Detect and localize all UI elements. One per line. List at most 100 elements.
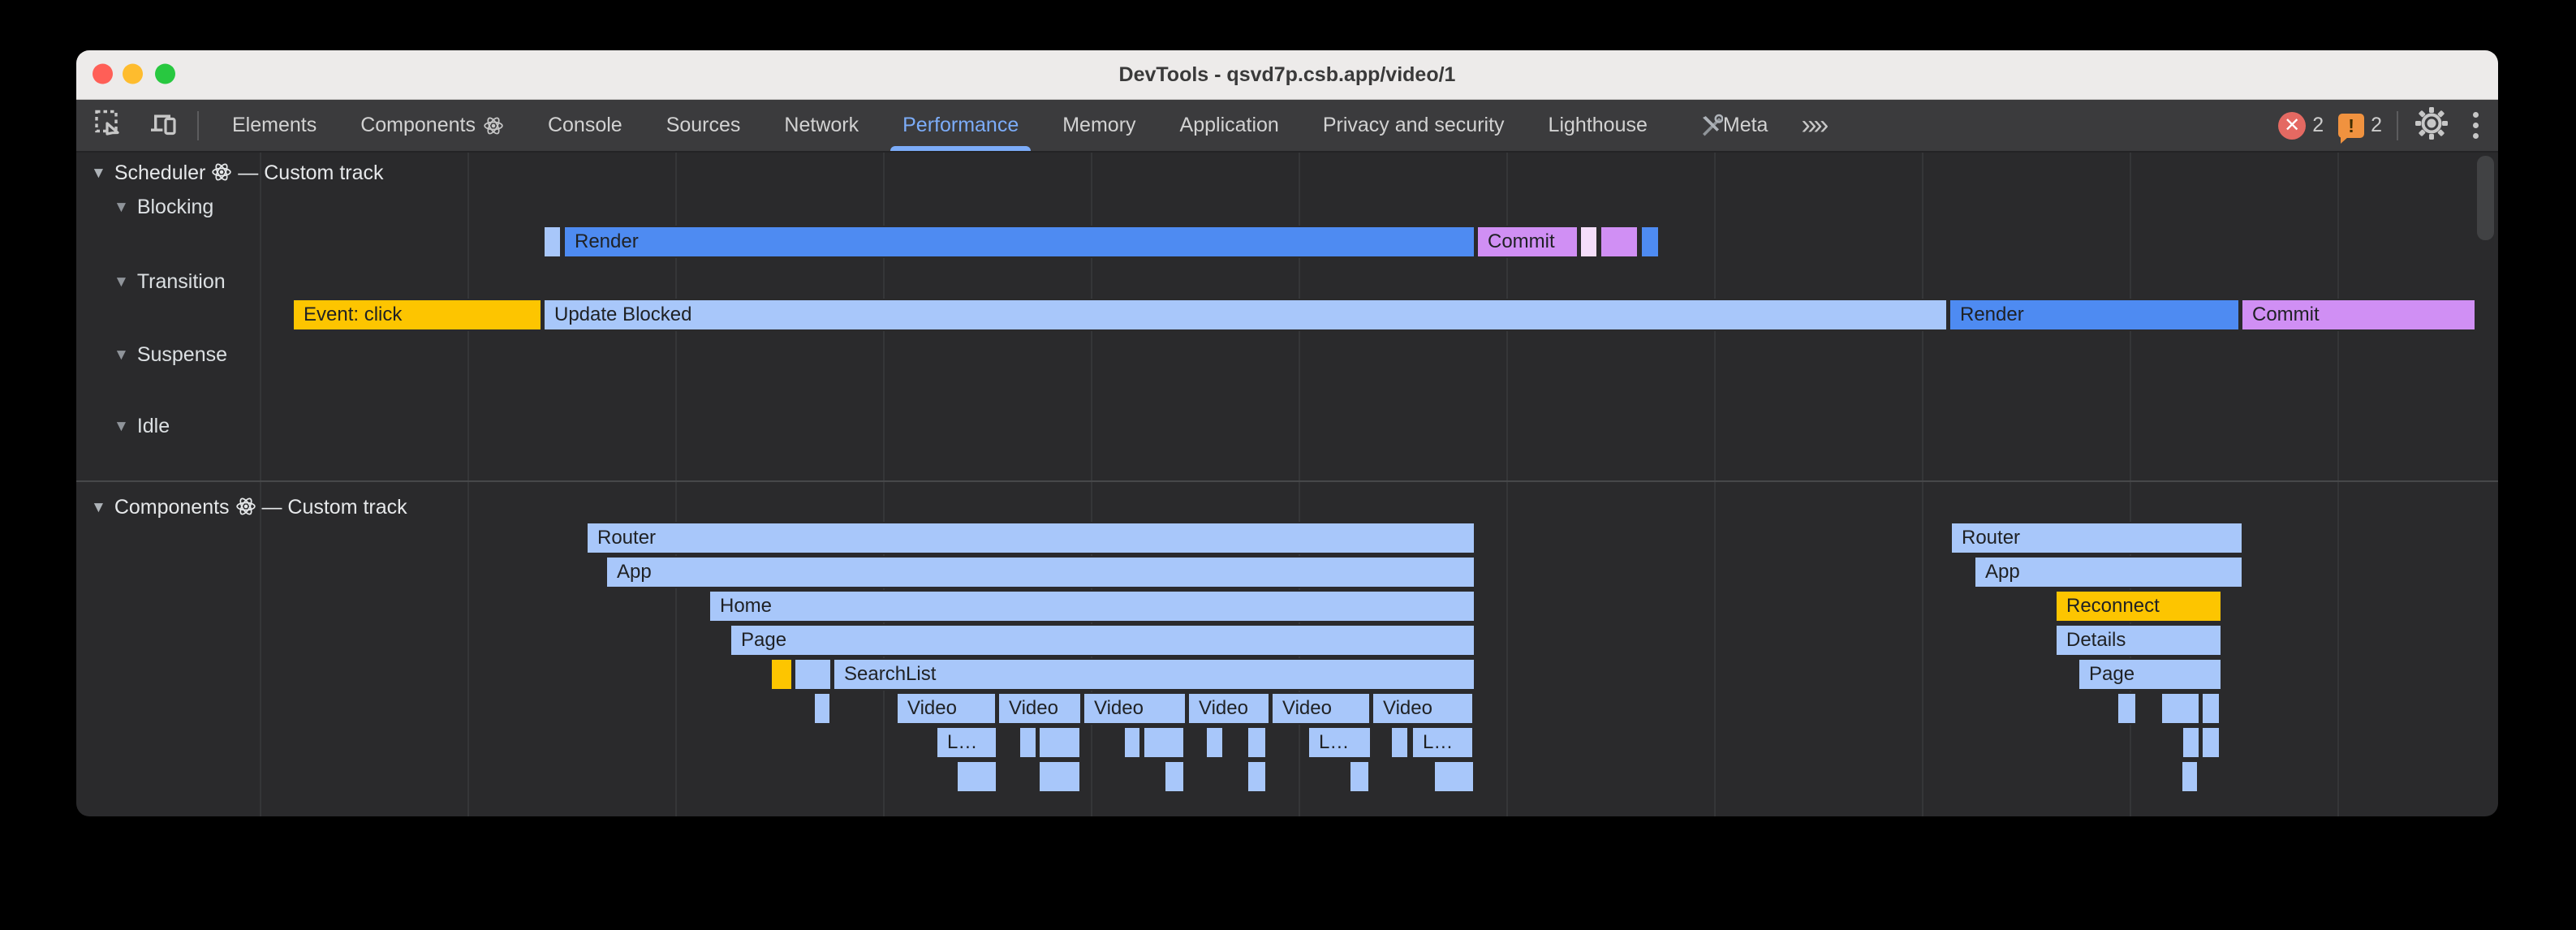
error-icon: ✕	[2278, 112, 2306, 140]
settings-gear-icon[interactable]	[2413, 105, 2450, 146]
tab-label: Console	[548, 114, 622, 137]
components-track-header[interactable]: ▼Components — Custom track	[91, 491, 407, 523]
flame-bar-page[interactable]: Page	[730, 624, 1475, 657]
flame-bar[interactable]	[1640, 226, 1660, 258]
issues-badge[interactable]: ! 2	[2338, 114, 2382, 138]
flame-bar[interactable]	[1390, 726, 1409, 759]
flame-bar-video[interactable]: Video	[896, 692, 997, 725]
tab-network[interactable]: Network	[762, 100, 881, 151]
flame-bar[interactable]	[770, 658, 793, 691]
tab-application[interactable]: Application	[1158, 100, 1301, 151]
flame-bar[interactable]	[1205, 726, 1224, 759]
tab-label: Application	[1180, 114, 1279, 137]
flame-bar-router[interactable]: Router	[586, 522, 1475, 554]
track-label-text: Suspense	[137, 343, 227, 366]
tab-label: Network	[784, 114, 859, 137]
flame-bar-router[interactable]: Router	[1950, 522, 2243, 554]
flame-bar[interactable]	[2201, 726, 2221, 759]
timeline-gridline	[260, 153, 261, 816]
inspect-element-icon[interactable]	[94, 109, 123, 142]
tab-memory[interactable]: Memory	[1040, 100, 1157, 151]
flame-bar[interactable]	[1247, 760, 1267, 793]
flame-bar[interactable]	[2160, 692, 2200, 725]
warning-icon: !	[2338, 114, 2364, 138]
error-badge[interactable]: ✕ 2	[2278, 112, 2324, 140]
flame-bar-app[interactable]: App	[605, 556, 1475, 588]
flame-bar[interactable]	[1433, 760, 1475, 793]
flame-bar[interactable]	[1579, 226, 1598, 258]
collapse-triangle-icon: ▼	[114, 347, 129, 364]
tab-label: Meta	[1723, 114, 1768, 137]
timeline-gridline	[1922, 153, 1923, 816]
flame-bar[interactable]	[794, 658, 832, 691]
flame-bar[interactable]	[543, 226, 562, 258]
tab-privacy-and-security[interactable]: Privacy and security	[1301, 100, 1527, 151]
flame-bar-video[interactable]: Video	[1271, 692, 1371, 725]
flame-bar[interactable]	[1247, 726, 1267, 759]
flame-bar-reconnect[interactable]: Reconnect	[2055, 590, 2222, 622]
tab-lighthouse[interactable]: Lighthouse	[1527, 100, 1669, 151]
performance-track-area: ▼Scheduler — Custom track▼BlockingRender…	[76, 153, 2498, 816]
flame-bar-l-[interactable]: L…	[1411, 726, 1474, 759]
more-tabs-button[interactable]: »»	[1790, 110, 1837, 141]
desktop-background: DevTools - qsvd7p.csb.app/video/1 Elemen…	[0, 0, 2576, 930]
more-options-menu-icon[interactable]	[2465, 109, 2487, 142]
scheduler-row-suspense[interactable]: ▼ Suspense	[114, 338, 227, 371]
flame-bar-searchlist[interactable]: SearchList	[833, 658, 1475, 691]
flame-bar-details[interactable]: Details	[2055, 624, 2222, 657]
flame-bar-video[interactable]: Video	[997, 692, 1082, 725]
flame-bar-render[interactable]: Render	[1949, 299, 2240, 331]
flame-bar[interactable]	[1038, 726, 1081, 759]
flame-bar[interactable]	[1019, 726, 1037, 759]
flame-bar-video[interactable]: Video	[1187, 692, 1270, 725]
flame-bar-commit[interactable]: Commit	[1476, 226, 1579, 258]
tab-label: Memory	[1062, 114, 1135, 137]
collapse-triangle-icon: ▼	[91, 165, 106, 182]
device-toolbar-icon[interactable]	[148, 109, 180, 142]
flame-bar-video[interactable]: Video	[1372, 692, 1474, 725]
flame-bar[interactable]	[2181, 760, 2199, 793]
track-label-text: Transition	[137, 270, 226, 293]
timeline-gridline	[2337, 153, 2339, 816]
flame-bar[interactable]	[2201, 692, 2221, 725]
flame-bar[interactable]	[1143, 726, 1185, 759]
flame-bar-page[interactable]: Page	[2078, 658, 2222, 691]
scheduler-row-blocking[interactable]: ▼Blocking	[114, 191, 213, 223]
tab-label: Lighthouse	[1549, 114, 1648, 137]
warning-count: 2	[2371, 114, 2382, 137]
flame-bar-commit[interactable]: Commit	[2241, 299, 2476, 331]
flame-bar-update-blocked[interactable]: Update Blocked	[543, 299, 1948, 331]
flame-bar-home[interactable]: Home	[709, 590, 1475, 622]
scheduler-track-header[interactable]: ▼Scheduler — Custom track	[91, 157, 384, 189]
flame-bar-render[interactable]: Render	[563, 226, 1475, 258]
tab-performance[interactable]: Performance	[881, 100, 1040, 151]
devtools-toolbar: ElementsComponents Console Sources Network P…	[76, 100, 2498, 153]
tab-sources[interactable]: Sources	[644, 100, 763, 151]
track-label-text: Scheduler	[114, 161, 206, 184]
track-label-text: Components	[114, 496, 230, 519]
vertical-scrollbar-thumb[interactable]	[2477, 156, 2494, 240]
flame-bar-l-[interactable]: L…	[936, 726, 997, 759]
tab-elements[interactable]: Elements	[210, 100, 338, 151]
flame-bar-video[interactable]: Video	[1083, 692, 1187, 725]
flame-bar[interactable]	[813, 692, 831, 725]
flame-bar[interactable]	[956, 760, 997, 793]
scheduler-row-transition[interactable]: ▼ Transition	[114, 265, 226, 298]
tab-components[interactable]: Components	[338, 100, 526, 151]
flame-bar[interactable]	[2117, 692, 2137, 725]
flame-bar-event-click[interactable]: Event: click	[292, 299, 542, 331]
collapse-triangle-icon: ▼	[114, 273, 129, 291]
flame-bar-app[interactable]: App	[1974, 556, 2243, 588]
flame-bar-l-[interactable]: L…	[1307, 726, 1372, 759]
scheduler-row-idle[interactable]: ▼Idle	[114, 410, 170, 442]
flame-bar[interactable]	[1349, 760, 1370, 793]
flame-bar[interactable]	[1164, 760, 1185, 793]
flame-bar[interactable]	[2182, 726, 2200, 759]
flame-bar[interactable]	[1038, 760, 1081, 793]
flame-bar[interactable]	[1600, 226, 1639, 258]
flame-bar[interactable]	[1123, 726, 1141, 759]
devtools-window: DevTools - qsvd7p.csb.app/video/1 Elemen…	[76, 50, 2498, 816]
tab-meta[interactable]: Meta	[1669, 100, 1790, 151]
tab-console[interactable]: Console	[526, 100, 644, 151]
panel-tabs: ElementsComponents Console Sources Network P…	[210, 100, 1837, 151]
